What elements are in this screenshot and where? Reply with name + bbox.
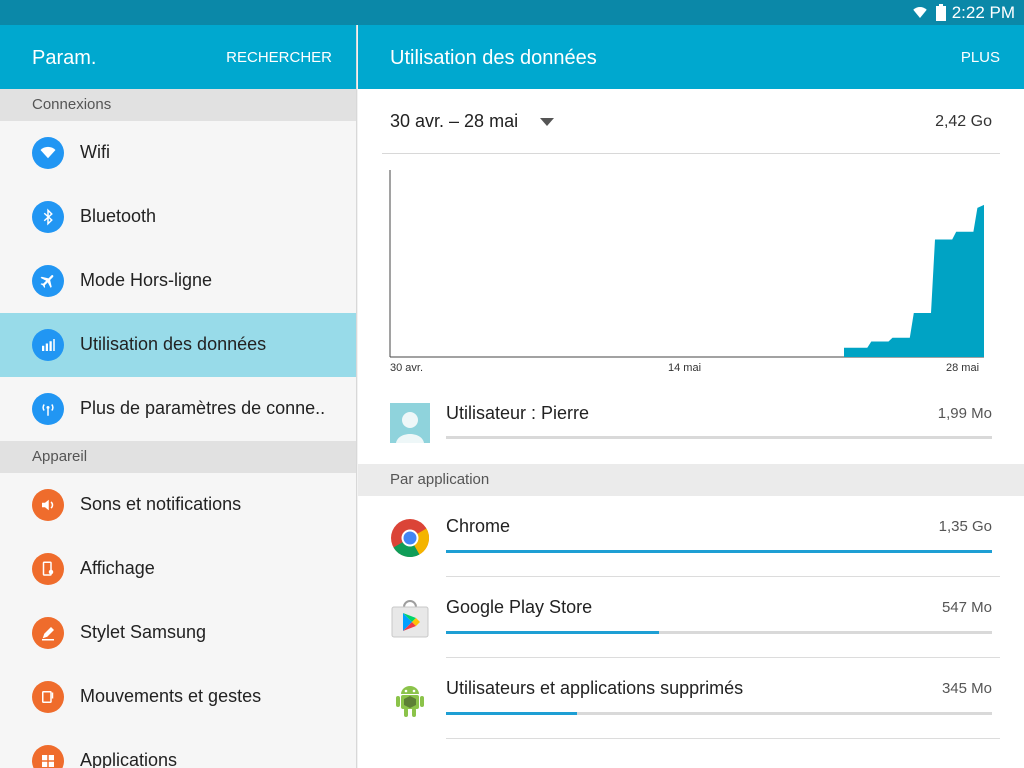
display-icon	[32, 553, 64, 585]
section-header-by-app: Par application	[358, 464, 1024, 496]
settings-item-label: Mode Hors-ligne	[80, 270, 213, 290]
settings-item-bluetooth[interactable]: Bluetooth	[0, 185, 356, 249]
user-usage-value: 1,99 Mo	[937, 405, 992, 422]
app-usage-bar-fill	[446, 712, 578, 715]
section-header-connexions: Connexions	[0, 89, 356, 121]
settings-item-display[interactable]: Affichage	[0, 537, 356, 601]
settings-title: Param.	[32, 47, 97, 69]
dropdown-arrow-icon[interactable]	[540, 118, 554, 126]
gesture-icon	[32, 681, 64, 713]
settings-item-s-pen[interactable]: Stylet Samsung	[0, 601, 356, 665]
user-name: Utilisateur : Pierre	[446, 403, 590, 423]
speaker-icon	[32, 489, 64, 521]
more-button[interactable]: PLUS	[961, 49, 1000, 66]
app-row-play-store[interactable]: Google Play Store 547 Mo	[358, 577, 1024, 658]
settings-item-motions[interactable]: Mouvements et gestes	[0, 665, 356, 729]
data-usage-icon	[32, 329, 64, 361]
data-usage-app-bar: Utilisation des données PLUS	[358, 25, 1024, 89]
settings-list-pane: Param. RECHERCHER Connexions Wifi Blueto…	[0, 25, 357, 768]
settings-app-bar: Param. RECHERCHER	[0, 25, 356, 89]
settings-item-label: Stylet Samsung	[80, 622, 207, 642]
wifi-status-icon	[913, 7, 927, 18]
settings-item-wifi[interactable]: Wifi	[0, 121, 356, 185]
android-icon	[396, 686, 424, 717]
app-row-removed-apps[interactable]: Utilisateurs et applications supprimés 3…	[358, 658, 1024, 739]
pen-icon	[32, 617, 64, 649]
settings-item-data-usage[interactable]: Utilisation des données	[0, 313, 356, 377]
total-usage: 2,42 Go	[935, 113, 992, 130]
divider	[382, 153, 1000, 154]
settings-item-sounds[interactable]: Sons et notifications	[0, 473, 356, 537]
app-usage-bar-fill	[446, 550, 992, 553]
antenna-icon	[32, 393, 64, 425]
data-usage-pane: Utilisation des données PLUS 30 avr. – 2…	[358, 25, 1024, 768]
app-usage-value: 345 Mo	[941, 680, 992, 697]
wifi-icon	[32, 137, 64, 169]
app-name: Google Play Store	[446, 597, 593, 617]
divider	[446, 738, 1000, 739]
airplane-icon	[32, 265, 64, 297]
period-selector[interactable]: 30 avr. – 28 mai	[390, 111, 518, 132]
app-usage-bar	[446, 550, 992, 553]
settings-item-applications[interactable]: Applications	[0, 729, 356, 768]
settings-item-label: Wifi	[80, 142, 110, 162]
app-usage-value: 547 Mo	[941, 599, 992, 616]
app-row-chrome[interactable]: Chrome 1,35 Go	[358, 496, 1024, 577]
section-header-appareil: Appareil	[0, 441, 356, 473]
user-usage-row[interactable]: Utilisateur : Pierre 1,99 Mo	[390, 403, 992, 453]
app-name: Chrome	[446, 516, 511, 536]
settings-item-label: Mouvements et gestes	[80, 686, 262, 706]
user-usage-bar	[446, 436, 992, 439]
settings-item-label: Utilisation des données	[80, 334, 267, 354]
x-tick-label: 30 avr.	[390, 362, 424, 374]
app-usage-bar	[446, 712, 992, 715]
chrome-icon	[391, 519, 430, 558]
page-title: Utilisation des données	[390, 47, 597, 69]
apps-icon	[32, 745, 64, 768]
usage-area	[844, 204, 984, 357]
battery-icon	[936, 4, 946, 21]
search-button[interactable]: RECHERCHER	[226, 49, 332, 66]
play-store-icon	[391, 600, 429, 638]
app-usage-bar-fill	[446, 631, 659, 634]
x-tick-label: 28 mai	[946, 362, 980, 374]
settings-item-label: Bluetooth	[80, 206, 157, 226]
user-avatar-icon	[390, 403, 430, 443]
app-name: Utilisateurs et applications supprimés	[446, 678, 744, 698]
settings-item-more-connection-settings[interactable]: Plus de paramètres de conne..	[0, 377, 356, 441]
bluetooth-icon	[32, 201, 64, 233]
status-bar: 2:22 PM	[0, 0, 1024, 25]
app-usage-value: 1,35 Go	[938, 518, 992, 535]
settings-item-label: Plus de paramètres de conne..	[80, 398, 326, 418]
settings-item-airplane-mode[interactable]: Mode Hors-ligne	[0, 249, 356, 313]
app-usage-bar	[446, 631, 992, 634]
x-tick-label: 14 mai	[668, 362, 702, 374]
clock: 2:22 PM	[951, 3, 1015, 22]
settings-item-label: Sons et notifications	[80, 494, 242, 514]
usage-chart[interactable]	[388, 168, 988, 378]
settings-item-label: Applications	[80, 750, 178, 768]
settings-item-label: Affichage	[80, 558, 155, 578]
